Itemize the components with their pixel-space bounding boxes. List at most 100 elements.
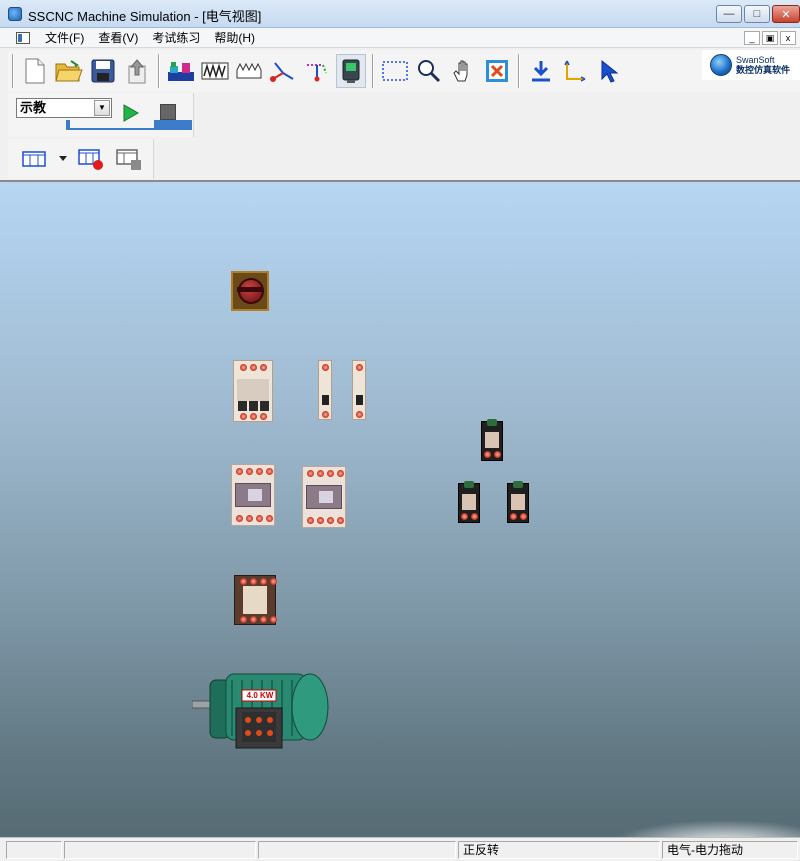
- rotary-switch-component[interactable]: [231, 271, 269, 311]
- terminal-top: [356, 364, 363, 371]
- menu-exam[interactable]: 考试练习: [145, 29, 207, 46]
- open-folder-icon[interactable]: [54, 54, 84, 88]
- electrical-canvas[interactable]: [0, 182, 800, 837]
- pointer-icon[interactable]: [594, 54, 624, 88]
- push-button-component[interactable]: [507, 481, 529, 523]
- terminals: [461, 513, 478, 520]
- terminals-top: [240, 578, 277, 585]
- run-toolbar: 示教 ▼: [8, 93, 194, 137]
- swansoft-logo-icon: [710, 54, 732, 76]
- machine-view-icon[interactable]: [166, 54, 196, 88]
- terminal-bottom: [356, 411, 363, 418]
- push-button-component[interactable]: [481, 419, 503, 461]
- status-cell-3: [258, 841, 456, 859]
- push-button-component[interactable]: [458, 481, 480, 523]
- chevron-down-icon[interactable]: ▼: [94, 100, 110, 116]
- switch-handle: [237, 287, 263, 292]
- breaker-lever: [356, 395, 363, 405]
- menu-view[interactable]: 查看(V): [91, 29, 145, 46]
- maximize-button[interactable]: □: [744, 5, 770, 23]
- terminals-bottom: [236, 515, 273, 522]
- grey-view-icon[interactable]: [116, 147, 142, 171]
- menu-bar: 文件(F) 查看(V) 考试练习 帮助(H) _ ▣ x: [0, 28, 800, 48]
- select-rect-icon[interactable]: [380, 54, 410, 88]
- save-icon[interactable]: [88, 54, 118, 88]
- terminals: [510, 513, 527, 520]
- menu-help[interactable]: 帮助(H): [207, 29, 262, 46]
- breaker-lever: [322, 395, 329, 405]
- file-tools: [8, 52, 626, 90]
- push-button-cap: [487, 419, 497, 426]
- controller-icon[interactable]: [336, 54, 366, 88]
- close-button[interactable]: ✕: [772, 5, 800, 23]
- coordinate-icon[interactable]: [560, 54, 590, 88]
- wave-outline-icon[interactable]: [234, 54, 264, 88]
- push-button-cap: [513, 481, 523, 488]
- record-view-icon[interactable]: [78, 147, 104, 171]
- minimize-button[interactable]: —: [716, 5, 742, 23]
- terminals-top: [307, 470, 344, 477]
- status-cell-view: 电气-电力拖动: [662, 841, 798, 859]
- axis-icon[interactable]: [268, 54, 298, 88]
- three-pole-breaker-component[interactable]: [233, 360, 273, 422]
- window-controls: — □ ✕: [716, 5, 800, 25]
- push-button-face: [462, 494, 476, 510]
- contactor-label: [248, 489, 262, 501]
- wave-icon[interactable]: [200, 54, 230, 88]
- contactor-label: [319, 491, 333, 503]
- brand-text: SwanSoft 数控仿真软件: [736, 55, 790, 75]
- menu-file[interactable]: 文件(F): [38, 29, 91, 46]
- mdi-close-button[interactable]: x: [780, 31, 796, 45]
- zoom-icon[interactable]: [414, 54, 444, 88]
- push-button-face: [485, 432, 499, 448]
- panel-view-icon[interactable]: [22, 149, 46, 169]
- play-icon[interactable]: [120, 103, 140, 123]
- toolbar-separator: [12, 54, 14, 88]
- status-bar: 正反转 电气-电力拖动: [0, 837, 800, 861]
- download-icon[interactable]: [526, 54, 556, 88]
- toolbar-separator: [518, 54, 520, 88]
- upload-icon[interactable]: [122, 54, 152, 88]
- app-window: SSCNC Machine Simulation - [电气视图] — □ ✕ …: [0, 0, 800, 861]
- axis-dashed-icon[interactable]: [302, 54, 332, 88]
- push-button-cap: [464, 481, 474, 488]
- single-pole-breaker-component[interactable]: [318, 360, 332, 420]
- push-button-face: [511, 494, 525, 510]
- thermal-relay-component[interactable]: [234, 575, 277, 625]
- contactor-component[interactable]: [231, 464, 275, 526]
- fit-view-icon[interactable]: [482, 54, 512, 88]
- terminals: [484, 451, 501, 458]
- select-highlight-gap: [70, 118, 154, 128]
- main-toolbar: [8, 50, 800, 92]
- relay-face: [243, 586, 267, 614]
- brand-logo: SwanSoft 数控仿真软件: [702, 50, 800, 80]
- new-file-icon[interactable]: [20, 54, 50, 88]
- brand-name: SwanSoft: [736, 55, 775, 65]
- app-icon: [8, 7, 22, 21]
- mdi-controls: _ ▣ x: [744, 31, 796, 45]
- mdi-minimize-button[interactable]: _: [744, 31, 760, 45]
- hand-icon[interactable]: [448, 54, 478, 88]
- single-pole-breaker-component[interactable]: [352, 360, 366, 420]
- terminals-bottom: [240, 616, 277, 623]
- motor-graphic: [191, 673, 329, 749]
- stop-icon[interactable]: [160, 104, 176, 120]
- contactor-body: [235, 483, 271, 507]
- toolbar-separator: [372, 54, 374, 88]
- breaker-face: [237, 379, 269, 401]
- terminals-bottom: [307, 517, 344, 524]
- window-title: SSCNC Machine Simulation - [电气视图]: [28, 9, 262, 24]
- contactor-component[interactable]: [302, 466, 346, 528]
- mode-select[interactable]: 示教 ▼: [16, 98, 112, 118]
- motor-component[interactable]: 4.0 KW: [191, 670, 332, 752]
- view-toolbar: [8, 139, 154, 179]
- terminals-top: [240, 364, 267, 371]
- dropdown-arrow-icon[interactable]: [58, 155, 68, 163]
- motor-power-label: 4.0 KW: [246, 691, 274, 700]
- mdi-restore-button[interactable]: ▣: [762, 31, 778, 45]
- brand-subtitle: 数控仿真软件: [736, 65, 791, 75]
- document-icon[interactable]: [16, 31, 30, 44]
- mode-select-value: 示教: [20, 100, 47, 115]
- status-cell-1: [6, 841, 62, 859]
- status-cell-2: [64, 841, 256, 859]
